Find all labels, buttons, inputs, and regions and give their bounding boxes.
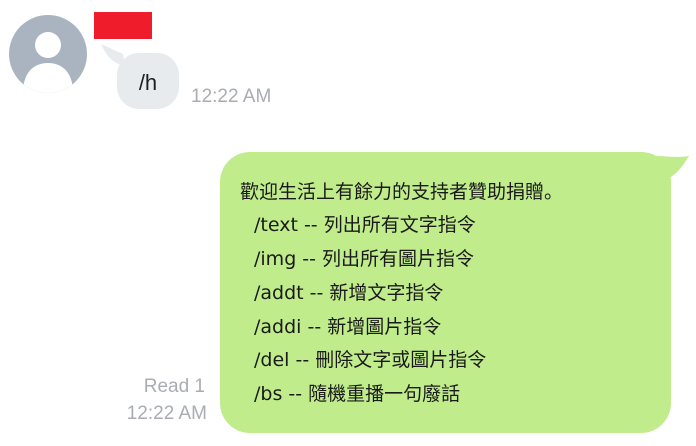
message-line-del-command: /del -- 刪除文字或圖片指令	[254, 349, 487, 371]
message-line-text-command: /text -- 列出所有文字指令	[254, 214, 476, 236]
incoming-timestamp: 12:22 AM	[191, 86, 272, 107]
read-receipt: Read 1	[143, 376, 205, 397]
message-line-addt-command: /addt -- 新增文字指令	[254, 282, 444, 304]
message-line-img-command: /img -- 列出所有圖片指令	[254, 248, 475, 270]
avatar[interactable]	[9, 15, 87, 93]
user-silhouette-icon	[23, 32, 73, 93]
incoming-message-bubble[interactable]: /h	[117, 53, 179, 109]
outgoing-timestamp: 12:22 AM	[126, 403, 207, 424]
sender-name-redacted	[94, 12, 152, 39]
message-line-bs-command: /bs -- 隨機重播一句廢話	[254, 383, 461, 405]
incoming-message-text: /h	[138, 70, 158, 95]
message-line-welcome: 歡迎生活上有餘力的支持者贊助捐贈。	[240, 181, 564, 203]
message-line-addi-command: /addi -- 新增圖片指令	[254, 316, 442, 338]
outgoing-message-bubble[interactable]: 歡迎生活上有餘力的支持者贊助捐贈。 /text -- 列出所有文字指令 /img…	[220, 152, 671, 433]
